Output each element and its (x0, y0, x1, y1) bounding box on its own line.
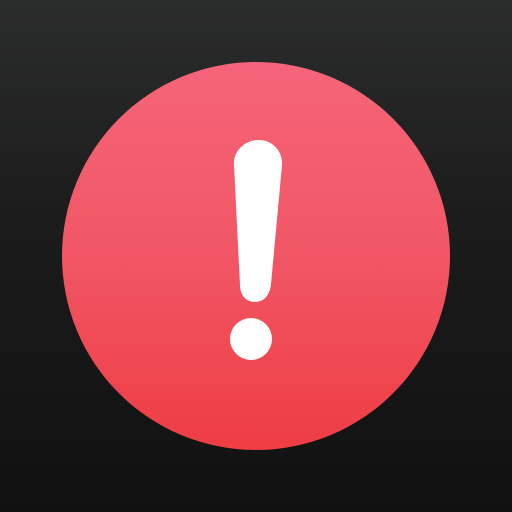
exclamation-dot (230, 318, 272, 360)
exclamation-stem (233, 140, 283, 302)
exclamation-icon (230, 140, 283, 360)
app-icon-canvas (0, 0, 512, 512)
